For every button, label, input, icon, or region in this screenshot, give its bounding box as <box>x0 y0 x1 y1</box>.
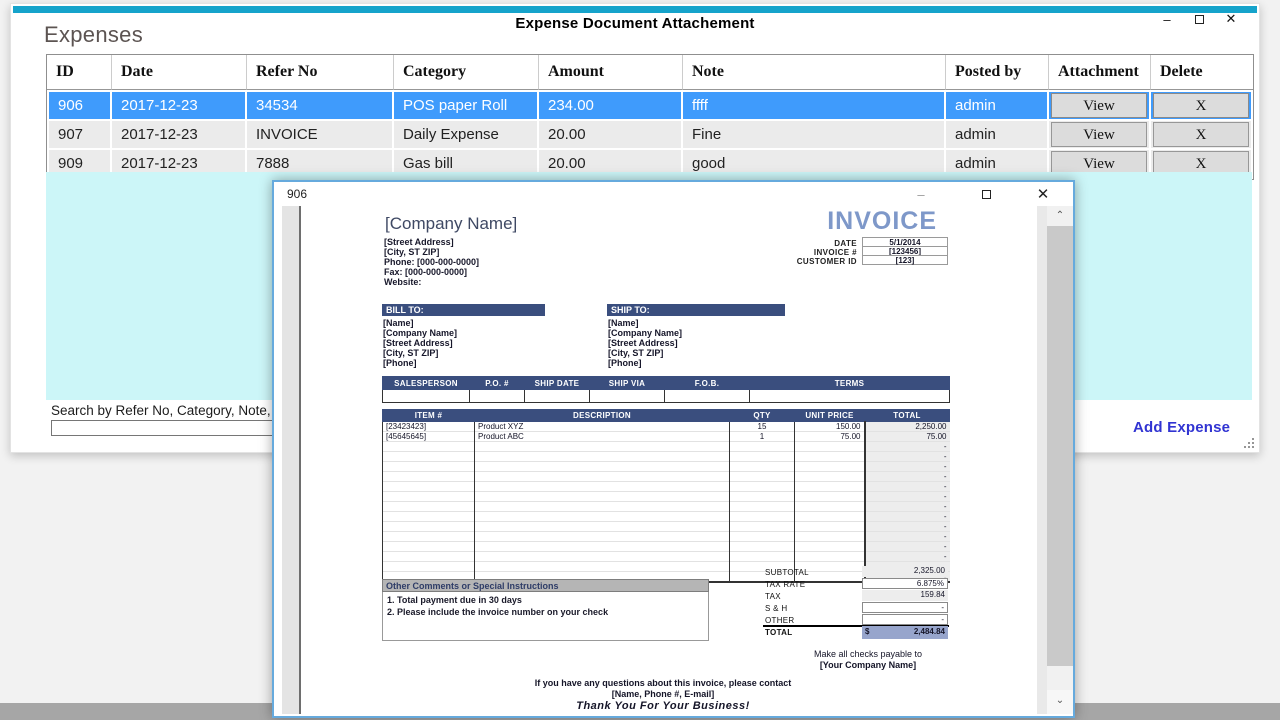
company-name: [Company Name] <box>385 214 517 234</box>
invoice-empty-row: - <box>383 532 950 542</box>
scroll-up-icon[interactable]: ⌃ <box>1047 206 1073 226</box>
total-label: TOTAL <box>765 628 792 637</box>
invoice-document: [Company Name] [Street Address] [City, S… <box>303 206 1033 714</box>
right-gutter <box>1037 206 1047 714</box>
date-label: DATE <box>633 239 857 248</box>
window-title: Expense Document Attachement <box>11 15 1259 32</box>
invoice-empty-row: - <box>383 452 950 462</box>
shipping-info-empty-row <box>383 390 950 403</box>
tax-label: TAX <box>765 592 781 601</box>
other-label: OTHER <box>765 616 795 625</box>
col-posted-by: Posted by <box>946 55 1049 90</box>
invoice-empty-row: - <box>383 472 950 482</box>
invoice-empty-row: - <box>383 502 950 512</box>
subtotal-value: 2,325.00 <box>862 566 948 577</box>
expenses-table: ID Date Refer No Category Amount Note Po… <box>46 54 1254 180</box>
col-delete: Delete <box>1151 55 1253 90</box>
currency-symbol: $ <box>862 626 869 638</box>
col-note: Note <box>683 55 946 90</box>
comments-box: Other Comments or Special Instructions 1… <box>382 579 709 641</box>
invoice-empty-row: - <box>383 522 950 532</box>
ship-to-address: [Name] [Company Name] [Street Address] [… <box>608 318 682 368</box>
tax-rate-label: TAX RATE <box>765 580 805 589</box>
table-row-906-selected[interactable]: 906 2017-12-23 34534 POS paper Roll 234.… <box>47 90 1253 119</box>
scroll-down-icon[interactable]: ⌄ <box>1047 690 1073 714</box>
invoice-window-title: 906 <box>287 187 307 201</box>
shipping-info-table: SALESPERSON P.O. # SHIP DATE SHIP VIA F.… <box>382 376 950 403</box>
vertical-scrollbar: ⌃ ⌄ <box>1047 206 1073 714</box>
close-icon[interactable]: ✕ <box>1223 11 1239 27</box>
total-value: $ 2,484.84 <box>862 626 948 639</box>
invoice-number-label: INVOICE # <box>633 248 857 257</box>
invoice-empty-row: - <box>383 482 950 492</box>
col-id: ID <box>47 55 112 90</box>
invoice-empty-row: - <box>383 552 950 562</box>
window-accent-bar <box>13 6 1257 13</box>
customer-id-label: CUSTOMER ID <box>633 257 857 266</box>
minimize-icon[interactable]: – <box>904 182 938 206</box>
other-value: - <box>862 614 948 625</box>
scrollbar-thumb[interactable] <box>1047 226 1073 666</box>
tax-value: 159.84 <box>862 590 948 601</box>
col-amount: Amount <box>539 55 683 90</box>
contact-footer: If you have any questions about this inv… <box>343 678 983 712</box>
thank-you-note: Thank You For Your Business! <box>343 701 983 712</box>
search-label: Search by Refer No, Category, Note, or u <box>51 403 298 418</box>
comments-body: 1. Total payment due in 30 days 2. Pleas… <box>382 592 709 641</box>
subtotal-label: SUBTOTAL <box>765 568 809 577</box>
comments-header: Other Comments or Special Instructions <box>382 579 709 592</box>
table-header-row: ID Date Refer No Category Amount Note Po… <box>47 55 1253 90</box>
invoice-items-body: [23423423] Product XYZ 15 150.00 2,250.0… <box>383 422 950 583</box>
customer-id-value: [123] <box>862 255 948 265</box>
maximize-icon[interactable] <box>1191 11 1207 27</box>
page-title: Expenses <box>44 22 143 48</box>
company-address: [Street Address] [City, ST ZIP] Phone: [… <box>384 237 479 287</box>
invoice-empty-row: - <box>383 462 950 472</box>
invoice-empty-row: - <box>383 442 950 452</box>
invoice-empty-row: - <box>383 542 950 552</box>
maximize-icon[interactable] <box>969 182 1003 206</box>
invoice-titlebar: 906 – ✕ <box>274 182 1073 206</box>
shipping-handling-value: - <box>862 602 948 613</box>
invoice-item-row: [23423423] Product XYZ 15 150.00 2,250.0… <box>383 422 950 432</box>
bill-to-address: [Name] [Company Name] [Street Address] [… <box>383 318 457 368</box>
checks-payable-note: Make all checks payable to [Your Company… <box>723 649 1013 670</box>
delete-row-button[interactable]: X <box>1153 93 1249 118</box>
col-date: Date <box>112 55 247 90</box>
shipping-handling-label: S & H <box>765 604 787 613</box>
invoice-item-row: [45645645] Product ABC 1 75.00 75.00 <box>383 432 950 442</box>
view-attachment-button[interactable]: View <box>1051 122 1147 147</box>
invoice-viewer-window: 906 – ✕ ⌃ ⌄ [Company Name] [Street Addre… <box>272 180 1075 718</box>
resize-grip[interactable] <box>1242 436 1254 448</box>
col-refer-no: Refer No <box>247 55 394 90</box>
delete-row-button[interactable]: X <box>1153 122 1249 147</box>
invoice-empty-row: - <box>383 492 950 502</box>
ship-to-header: SHIP TO: <box>607 304 785 316</box>
view-attachment-button[interactable]: View <box>1051 93 1147 118</box>
left-gutter <box>282 206 301 714</box>
close-icon[interactable]: ✕ <box>1026 182 1060 206</box>
invoice-items-table: ITEM # DESCRIPTION QTY UNIT PRICE TOTAL … <box>382 409 950 583</box>
add-expense-link[interactable]: Add Expense <box>1133 419 1230 436</box>
col-attachment: Attachment <box>1049 55 1151 90</box>
table-row-907[interactable]: 907 2017-12-23 INVOICE Daily Expense 20.… <box>47 119 1253 148</box>
col-category: Category <box>394 55 539 90</box>
invoice-heading: INVOICE <box>737 207 937 236</box>
invoice-empty-row: - <box>383 512 950 522</box>
bill-to-header: BILL TO: <box>382 304 545 316</box>
window-controls: – ✕ <box>1159 11 1239 27</box>
minimize-icon[interactable]: – <box>1159 11 1175 27</box>
tax-rate-value: 6.875% <box>862 578 948 589</box>
